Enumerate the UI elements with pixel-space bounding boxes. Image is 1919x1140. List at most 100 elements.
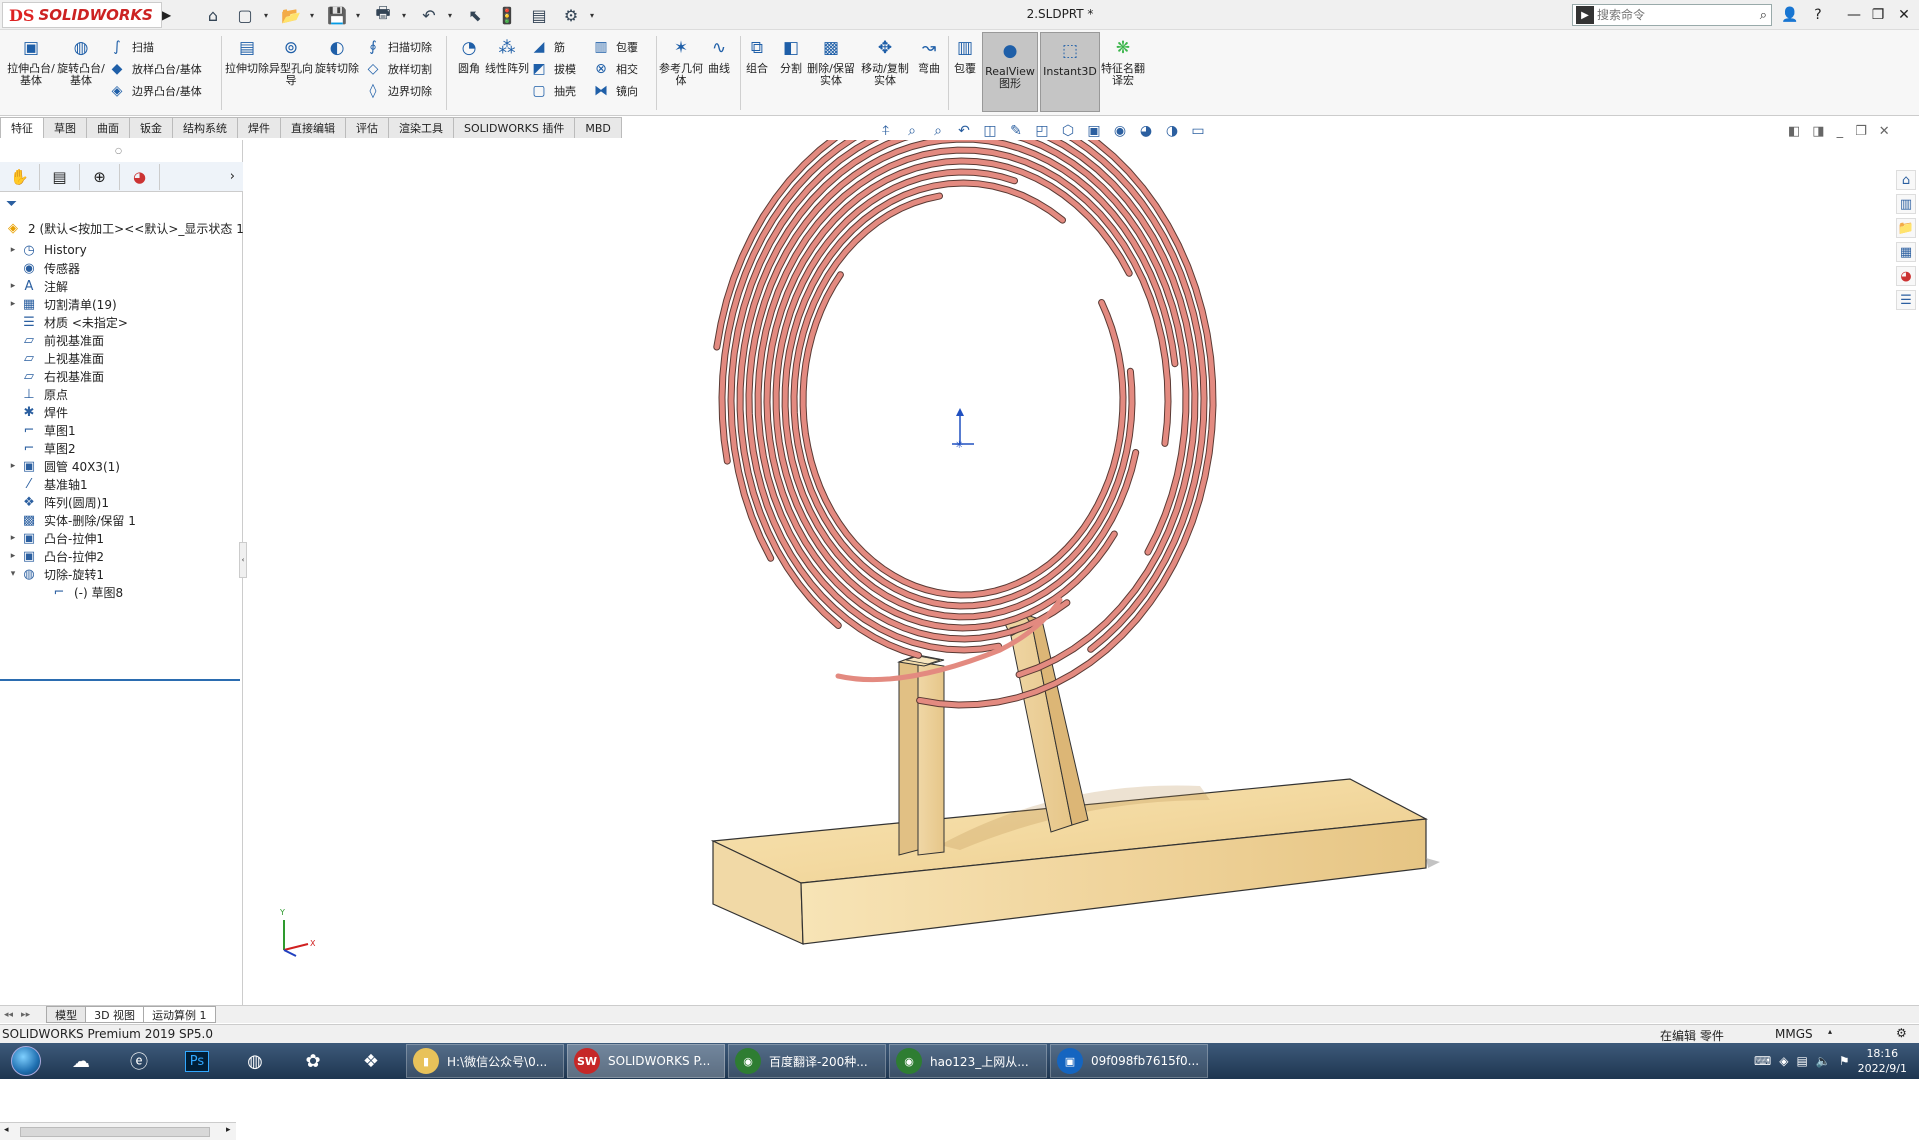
view-orientation-cube-icon[interactable]: ⬡: [1057, 121, 1079, 141]
realview-button[interactable]: ● RealView图形: [982, 32, 1038, 112]
panel-grip-icon[interactable]: ○: [115, 146, 122, 155]
user-icon[interactable]: 👤: [1778, 4, 1802, 26]
filter-icon[interactable]: ⏷: [6, 196, 24, 214]
loft-cut-button[interactable]: ◇ 放样切割: [364, 58, 432, 80]
scroll-left-icon[interactable]: ◂: [4, 1125, 9, 1135]
left-post[interactable]: [897, 654, 945, 856]
property-manager-tab-icon[interactable]: ▤: [40, 163, 80, 190]
appearances-icon[interactable]: ◕: [1896, 266, 1916, 286]
graphics-area[interactable]: ✳: [244, 140, 1884, 1004]
dropdown-arrow-icon[interactable]: ▾: [590, 11, 598, 20]
solidworks-resources-icon[interactable]: ⌂: [1896, 170, 1916, 190]
wrap-button[interactable]: ▥ 包覆: [592, 36, 638, 58]
bottom-tab-1[interactable]: 3D 视图: [85, 1006, 145, 1023]
tab-8[interactable]: 渲染工具: [388, 117, 454, 138]
rebuild-icon[interactable]: 🚦: [494, 4, 520, 26]
revolve-boss-button[interactable]: ◍ 旋转凸台/基体: [56, 36, 106, 87]
dropdown-arrow-icon[interactable]: ▾: [310, 11, 318, 20]
menu-expand-arrow[interactable]: ▶: [162, 8, 171, 22]
configuration-manager-tab-icon[interactable]: ⊕: [80, 163, 120, 190]
dropdown-arrow-icon[interactable]: ▾: [448, 11, 456, 20]
feature-manager-tab-icon[interactable]: ✋: [0, 163, 40, 190]
tab-nav-last-icon[interactable]: ▸▸: [21, 1010, 30, 1020]
draft-button[interactable]: ◩ 拔模: [530, 58, 576, 80]
media-app-icon[interactable]: ◍: [226, 1044, 284, 1078]
split-left-icon[interactable]: ◧: [1788, 124, 1800, 139]
home-icon[interactable]: ⌂: [200, 4, 226, 26]
display-manager-tab-icon[interactable]: ◕: [120, 163, 160, 190]
search-input[interactable]: [1597, 8, 1727, 22]
tab-4[interactable]: 结构系统: [172, 117, 238, 138]
scroll-thumb[interactable]: [20, 1127, 210, 1137]
undo-icon[interactable]: ↶: [416, 4, 442, 26]
view-palette-icon[interactable]: ▦: [1896, 242, 1916, 262]
previous-view-icon[interactable]: ↶: [953, 121, 975, 141]
expand-arrow-icon[interactable]: ▸: [6, 533, 20, 543]
select-icon[interactable]: ⬉: [462, 4, 488, 26]
linear-pattern-button[interactable]: ⁂ 线性阵列: [482, 36, 532, 75]
horizontal-scrollbar[interactable]: ◂ ▸: [0, 1122, 236, 1140]
boundary-cut-button[interactable]: ◊ 边界切除: [364, 80, 432, 102]
unit-arrow-icon[interactable]: ▴: [1828, 1027, 1832, 1036]
copper-coil[interactable]: [713, 140, 1217, 709]
save-icon[interactable]: 💾: [324, 4, 350, 26]
extrude-cut-button[interactable]: ▤ 拉伸切除: [222, 36, 272, 75]
apply-scene-icon[interactable]: ◑: [1161, 121, 1183, 141]
tree-root[interactable]: ◈ 2 (默认<按加工><<默认>_显示状态 1: [4, 217, 244, 239]
viewport-minimize-icon[interactable]: _: [1837, 124, 1844, 139]
dropdown-arrow-icon[interactable]: ▾: [264, 11, 272, 20]
zoom-to-fit-icon[interactable]: ⌕: [901, 121, 923, 141]
tab-6[interactable]: 直接编辑: [280, 117, 346, 138]
viewport-restore-icon[interactable]: ❐: [1855, 124, 1867, 139]
expand-arrow-icon[interactable]: ▸: [6, 281, 20, 291]
file-properties-icon[interactable]: ▤: [526, 4, 552, 26]
boundary-boss-button[interactable]: ◈ 边界凸台/基体: [108, 80, 202, 102]
taskbar-app[interactable]: ▮ H:\微信公众号\0...: [406, 1044, 564, 1078]
zoom-to-area-icon[interactable]: ⌕: [927, 121, 949, 141]
search-icon[interactable]: ⌕: [1760, 8, 1767, 23]
view-cube-icon[interactable]: ◰: [1031, 121, 1053, 141]
tab-2[interactable]: 曲面: [86, 117, 130, 138]
new-file-icon[interactable]: ▢: [232, 4, 258, 26]
expand-arrow-icon[interactable]: ▸: [6, 299, 20, 309]
taskbar-app[interactable]: ◉ 百度翻译-200种...: [728, 1044, 886, 1078]
custom-properties-icon[interactable]: ☰: [1896, 290, 1916, 310]
flag-icon[interactable]: ⚑: [1839, 1054, 1850, 1068]
viewport-close-icon[interactable]: ✕: [1879, 124, 1890, 139]
browser-e-icon[interactable]: ⓔ: [110, 1044, 168, 1078]
loft-boss-button[interactable]: ◆ 放样凸台/基体: [108, 58, 202, 80]
tab-3[interactable]: 钣金: [129, 117, 173, 138]
help-icon[interactable]: ?: [1806, 4, 1830, 26]
expand-arrow-icon[interactable]: ▸: [6, 461, 20, 471]
baidu-netdisk-icon[interactable]: ☁: [52, 1044, 110, 1078]
dropdown-arrow-icon[interactable]: ▾: [356, 11, 364, 20]
clock[interactable]: 18:16 2022/9/1: [1858, 1046, 1907, 1076]
bottom-tab-0[interactable]: 模型: [46, 1006, 87, 1023]
scroll-right-icon[interactable]: ▸: [226, 1125, 231, 1135]
ok-app-icon[interactable]: ❖: [342, 1044, 400, 1078]
sweep-cut-button[interactable]: ∮ 扫描切除: [364, 36, 432, 58]
instant3d-button[interactable]: ⬚ Instant3D: [1040, 32, 1100, 112]
volume-icon[interactable]: 🔈: [1816, 1054, 1831, 1068]
revolve-cut-button[interactable]: ◐ 旋转切除: [312, 36, 362, 75]
keyboard-icon[interactable]: ⌨: [1754, 1054, 1771, 1068]
tray-app-icon[interactable]: ◈: [1779, 1054, 1788, 1068]
rebuild-status-icon[interactable]: ⚙: [1896, 1026, 1907, 1040]
expand-arrow-icon[interactable]: ▸: [6, 551, 20, 561]
sweep-button[interactable]: ∫ 扫描: [108, 36, 202, 58]
tab-9[interactable]: SOLIDWORKS 插件: [453, 117, 576, 138]
move-copy-body-button[interactable]: ✥ 移动/复制实体: [860, 36, 910, 87]
design-library-icon[interactable]: ▥: [1896, 194, 1916, 214]
mirror-button[interactable]: ⧓ 镜向: [592, 80, 638, 102]
dynamic-annotation-icon[interactable]: ✎: [1005, 121, 1027, 141]
intersect-button[interactable]: ⊗ 相交: [592, 58, 638, 80]
search-commands[interactable]: ▶ ⌕: [1572, 4, 1772, 26]
panel-expand-icon[interactable]: ›: [230, 169, 235, 184]
shell-button[interactable]: ▢ 抽壳: [530, 80, 576, 102]
expand-arrow-icon[interactable]: ▾: [6, 569, 20, 579]
options-icon[interactable]: ⚙: [558, 4, 584, 26]
photoshop-icon[interactable]: Ps: [168, 1044, 226, 1078]
file-explorer-icon[interactable]: 📁: [1896, 218, 1916, 238]
solidworks-logo[interactable]: DS SOLIDWORKS: [2, 2, 162, 28]
extrude-boss-button[interactable]: ▣ 拉伸凸台/基体: [6, 36, 56, 87]
